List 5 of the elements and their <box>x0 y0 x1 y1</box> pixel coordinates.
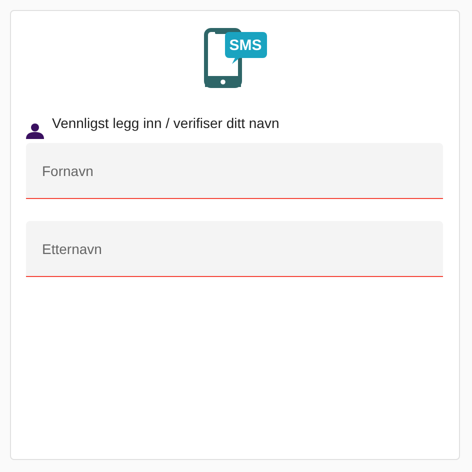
person-icon <box>26 123 44 139</box>
input-field[interactable]: Etternavn <box>26 221 443 277</box>
prompt-text: Vennligst legg inn / verifiser ditt navn <box>52 115 280 131</box>
input-field[interactable]: Fornavn <box>26 143 443 199</box>
sms-badge: SMS <box>224 32 266 58</box>
